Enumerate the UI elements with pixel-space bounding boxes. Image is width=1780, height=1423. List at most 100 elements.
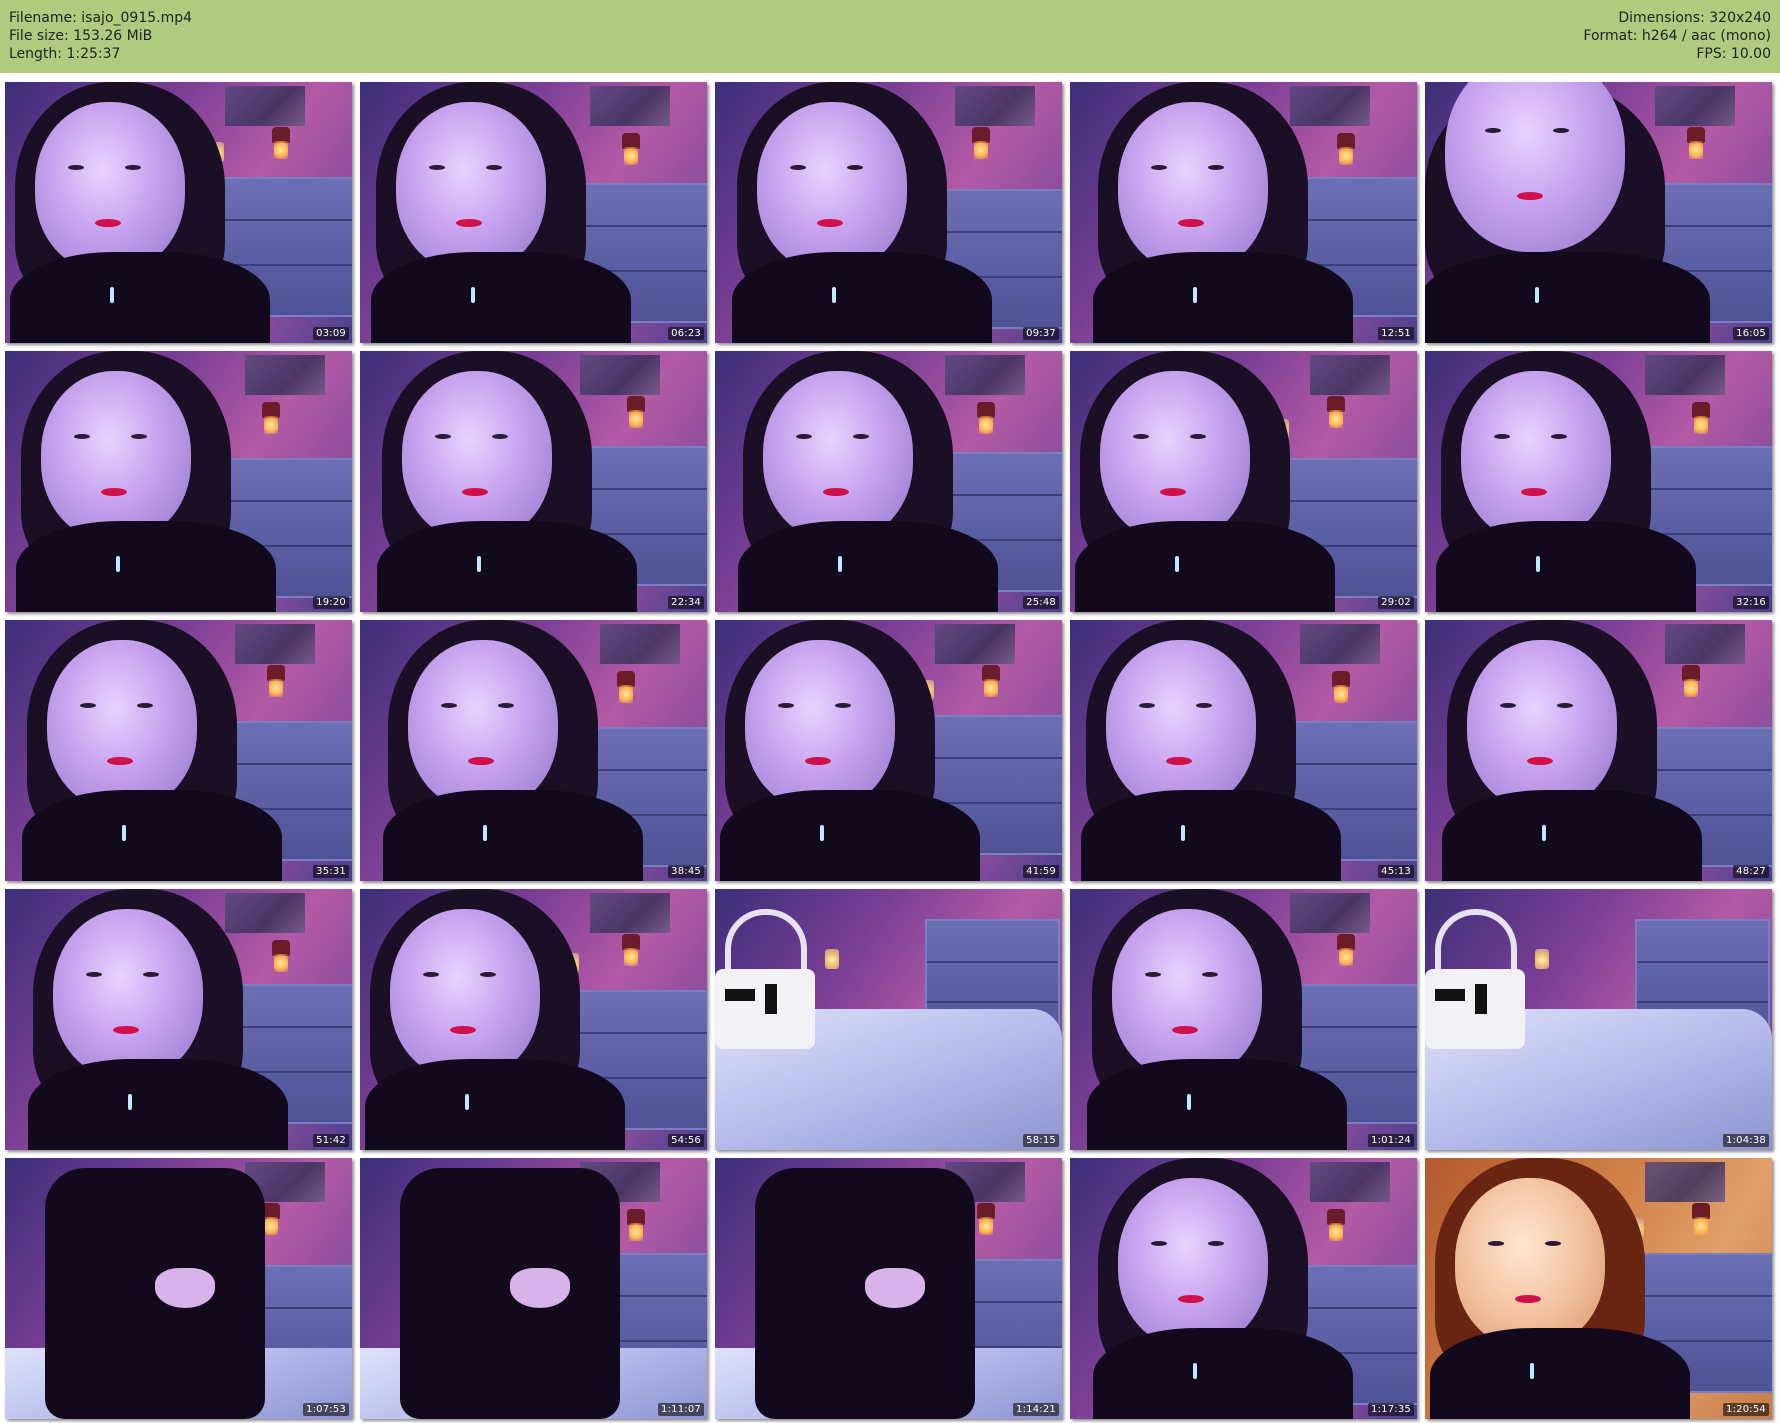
timestamp-label: 06:23 [668,327,704,340]
lips [1527,757,1553,765]
timestamp-label: 19:20 [313,596,349,609]
lips [1515,1295,1541,1303]
face [1118,102,1268,272]
video-thumbnail[interactable]: 25:48 [715,351,1062,612]
video-thumbnail[interactable]: 51:42 [5,889,352,1150]
necklace [483,825,487,841]
timestamp-label: 32:16 [1733,596,1769,609]
wall-poster [225,893,305,933]
wall-poster [580,355,660,395]
eye [1488,1241,1504,1246]
video-thumbnail[interactable]: 32:16 [1425,351,1772,612]
video-thumbnail[interactable]: 1:11:07 [360,1158,707,1419]
video-thumbnail[interactable]: 35:31 [5,620,352,881]
timestamp-label: 1:04:38 [1723,1134,1769,1147]
necklace [832,287,836,303]
video-thumbnail[interactable]: 06:23 [360,82,707,343]
video-thumbnail[interactable]: 22:34 [360,351,707,612]
lips [450,1026,476,1034]
black-top [738,521,998,612]
video-thumbnail[interactable]: 03:09 [5,82,352,343]
eye [429,165,445,170]
video-thumbnail[interactable]: 54:56 [360,889,707,1150]
pillow [715,969,815,1049]
necklace [820,825,824,841]
face [1445,82,1625,252]
timestamp-label: 38:45 [668,865,704,878]
lips [1160,488,1186,496]
video-thumbnail[interactable]: 45:13 [1070,620,1417,881]
black-top [1093,252,1353,343]
video-thumbnail[interactable]: 19:20 [5,351,352,612]
video-thumbnail[interactable]: 41:59 [715,620,1062,881]
black-top [400,1168,620,1419]
face [1106,640,1256,810]
timestamp-label: 41:59 [1023,865,1059,878]
face [53,909,203,1079]
timestamp-label: 1:14:21 [1013,1403,1059,1416]
timestamp-label: 51:42 [313,1134,349,1147]
necklace [122,825,126,841]
face [1467,640,1617,810]
black-top [1436,521,1696,612]
lips [1517,192,1543,201]
video-thumbnail[interactable]: 58:15 [715,889,1062,1150]
black-top [1442,790,1702,881]
video-thumbnail[interactable]: 1:04:38 [1425,889,1772,1150]
video-thumbnail[interactable]: 1:20:54 [1425,1158,1772,1419]
wall-poster [935,624,1015,664]
face [402,371,552,541]
timestamp-label: 1:17:35 [1368,1403,1414,1416]
necklace [1187,1094,1191,1110]
pillow [1425,969,1525,1049]
black-top [377,521,637,612]
video-thumbnail[interactable]: 12:51 [1070,82,1417,343]
format-label: Format: h264 / aac (mono) [1583,28,1771,44]
necklace [1535,287,1539,303]
eye [125,165,141,170]
black-top [720,790,980,881]
lips [456,219,482,227]
eye [1484,127,1501,133]
lips [462,488,488,496]
eye [486,165,502,170]
timestamp-label: 09:37 [1023,327,1059,340]
video-thumbnail[interactable]: 1:07:53 [5,1158,352,1419]
wall-poster [1300,624,1380,664]
wall-poster [225,86,305,126]
timestamp-label: 1:20:54 [1723,1403,1769,1416]
eye [441,703,457,708]
video-thumbnail[interactable]: 1:17:35 [1070,1158,1417,1419]
lamp [975,402,997,436]
black-top [16,521,276,612]
lamp [620,934,642,968]
face [408,640,558,810]
eye [778,703,794,708]
timestamp-label: 16:05 [1733,327,1769,340]
lips [817,219,843,227]
timestamp-label: 03:09 [313,327,349,340]
filename-label: Filename: isajo_0915.mp4 [9,10,193,26]
black-top [1430,1328,1690,1419]
wall-poster [945,355,1025,395]
candle [1535,949,1549,969]
video-thumbnail[interactable]: 09:37 [715,82,1062,343]
wall-poster [245,355,325,395]
video-thumbnail[interactable]: 1:01:24 [1070,889,1417,1150]
eye [498,703,514,708]
eye [1557,703,1573,708]
eye [480,972,496,977]
video-thumbnail[interactable]: 29:02 [1070,351,1417,612]
face [763,371,913,541]
lamp [1690,402,1712,436]
eye [435,434,451,439]
eye [1500,703,1516,708]
video-thumbnail[interactable]: 38:45 [360,620,707,881]
video-thumbnail[interactable]: 16:05 [1425,82,1772,343]
wall-poster [590,893,670,933]
wall-poster [955,86,1035,126]
video-thumbnail[interactable]: 1:14:21 [715,1158,1062,1419]
video-thumbnail[interactable]: 48:27 [1425,620,1772,881]
necklace [471,287,475,303]
lips [101,488,127,496]
